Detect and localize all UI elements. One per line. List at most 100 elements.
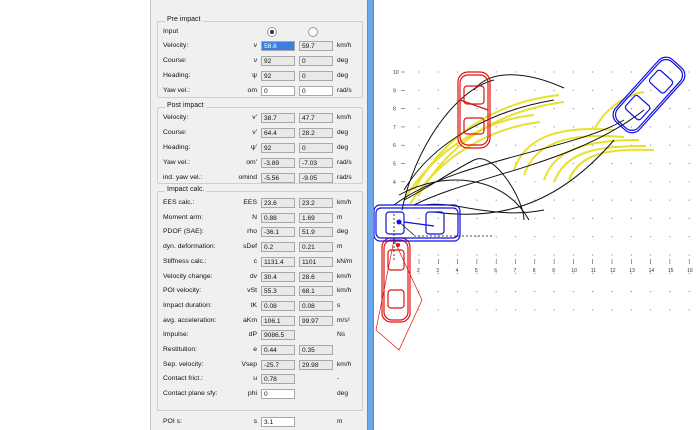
grid-dot — [534, 254, 536, 256]
value-vehicle-2[interactable]: 68.1 — [299, 286, 333, 297]
value-vehicle-2[interactable]: 0 — [299, 143, 333, 153]
grid-dot — [418, 217, 420, 219]
value-vehicle-1[interactable]: -36.1 — [261, 227, 295, 238]
value-vehicle-1[interactable]: 58.6 — [261, 41, 295, 51]
impact-calc-row: Stiffness calc.: c 1131.4 1101 kN/m — [163, 256, 363, 268]
field-label: Moment arm: — [163, 213, 204, 221]
scrollbar-thumb[interactable] — [368, 0, 373, 430]
value-vehicle-1[interactable]: 38.7 — [261, 113, 295, 123]
value-vehicle-1[interactable]: 0.78 — [261, 374, 295, 385]
grid-dot — [592, 199, 594, 201]
field-symbol: phi — [247, 390, 257, 398]
grid-dot — [669, 254, 671, 256]
value-vehicle-2[interactable]: 59.7 — [299, 41, 333, 51]
value-vehicle-1[interactable]: 92 — [261, 56, 295, 66]
value-vehicle-1[interactable]: 92 — [261, 71, 295, 81]
x-tick-label: 14 — [649, 268, 655, 274]
value-vehicle-2[interactable]: 0 — [299, 86, 333, 96]
value-vehicle-1[interactable]: 0 — [261, 86, 295, 96]
value-vehicle-1[interactable]: 106.1 — [261, 315, 295, 326]
grid-dot — [476, 162, 478, 165]
x-tick-label: 3 — [436, 268, 439, 274]
grid-dot — [495, 144, 497, 146]
value-vehicle-2[interactable]: 0 — [299, 71, 333, 81]
grid-dot — [476, 199, 478, 201]
value-vehicle-2[interactable]: 0 — [299, 56, 333, 66]
grid-dot — [495, 71, 497, 73]
pre-impact-row: Course: ν 92 0 deg — [163, 56, 363, 67]
grid-dot — [572, 199, 574, 201]
grid-dot — [611, 236, 613, 238]
value-vehicle-1[interactable]: 30.4 — [261, 271, 295, 282]
value-vehicle-1[interactable]: 55.3 — [261, 286, 295, 297]
grid-dot — [534, 309, 536, 311]
value-vehicle-2[interactable]: 28.6 — [299, 271, 333, 282]
grid-dot — [669, 71, 671, 73]
grid-dot — [592, 71, 594, 73]
input-radio-vehicle-2[interactable] — [308, 27, 318, 37]
field-symbol: e — [253, 346, 257, 353]
grid-dot — [572, 144, 574, 146]
value-vehicle-2[interactable]: 0.35 — [299, 345, 333, 355]
field-unit: deg — [337, 144, 349, 151]
value-vehicle-1[interactable]: -25.7 — [261, 359, 295, 370]
value-vehicle-2[interactable]: 99.97 — [299, 315, 333, 326]
value-vehicle-1[interactable]: 0.08 — [261, 300, 295, 311]
field-label: Velocity change: — [163, 272, 213, 280]
value-vehicle-1[interactable]: 0.88 — [261, 212, 295, 223]
field-label: Heading: — [163, 72, 191, 79]
impact-calc-row: POI velocity: vSt 55.3 68.1 km/h — [163, 286, 363, 297]
value-vehicle-2[interactable]: 0.21 — [299, 242, 333, 253]
input-radio-vehicle-1[interactable] — [267, 27, 277, 37]
value-vehicle-1[interactable]: 9086.5 — [261, 330, 295, 341]
value-vehicle-1[interactable]: -3.89 — [261, 158, 295, 168]
grid-dot — [592, 144, 594, 146]
grid-dot — [669, 199, 671, 201]
field-unit: m — [337, 213, 343, 221]
value-vehicle-1[interactable]: 1131.4 — [261, 256, 295, 267]
grid-dot — [476, 89, 478, 91]
impact-calc-row: Contact plane sfy: phi 0 deg — [163, 389, 363, 400]
value-vehicle-2[interactable]: 1.69 — [299, 212, 333, 223]
grid-dot — [418, 162, 420, 165]
value-vehicle-1[interactable]: 0 — [261, 389, 295, 400]
simulation-canvas[interactable]: 10 9 8 7 6 5 4 2 3 4 5 6 7 8 9 10 11 12 13 14 15 16 — [374, 0, 700, 430]
value-vehicle-1[interactable]: 92 — [261, 143, 295, 153]
pre-impact-row: Heading: ψ 92 0 deg — [163, 71, 363, 82]
y-tick-label: 7 — [393, 125, 396, 131]
value-vehicle-1[interactable]: 23.6 — [261, 198, 295, 208]
field-symbol: N — [252, 213, 257, 221]
value-vehicle-2[interactable]: 47.7 — [299, 113, 333, 123]
field-symbol: EES — [243, 199, 257, 206]
value-vehicle-2[interactable]: -7.03 — [299, 158, 333, 168]
value-vehicle-1[interactable]: 0.44 — [261, 345, 295, 355]
field-unit: km/h — [337, 42, 352, 49]
value-vehicle-2[interactable]: 28.2 — [299, 128, 333, 138]
grid-dot — [630, 71, 632, 73]
value-vehicle-2[interactable]: -9.05 — [299, 173, 333, 183]
vertical-scrollbar[interactable] — [367, 0, 374, 430]
grid-dot — [418, 89, 420, 91]
value-vehicle-1[interactable]: -5.56 — [261, 173, 295, 183]
grid-dot — [669, 144, 671, 146]
value-vehicle-2[interactable]: 51.9 — [299, 227, 333, 238]
field-label: Velocity: — [163, 114, 189, 121]
grid-dot — [476, 108, 478, 110]
x-tick-label: 13 — [629, 268, 635, 274]
grid-dot — [495, 199, 497, 201]
value-vehicle-1[interactable]: 0.2 — [261, 242, 295, 253]
field-label: Contact frict.: — [163, 375, 204, 383]
grid-dot — [592, 236, 594, 238]
grid-dot — [553, 309, 555, 311]
grid-dot — [553, 254, 555, 256]
field-symbol: ψ — [252, 72, 257, 79]
value-vehicle-2[interactable]: 0.08 — [299, 300, 333, 311]
value-vehicle-2[interactable]: 29.98 — [299, 359, 333, 370]
value-vehicle-2[interactable]: 1101 — [299, 256, 333, 267]
grid-dot — [476, 217, 478, 219]
poi-input[interactable]: 3.1 — [261, 417, 295, 427]
y-tick-label: 6 — [393, 143, 396, 149]
grid-dot — [572, 108, 574, 110]
value-vehicle-1[interactable]: 64.4 — [261, 128, 295, 138]
value-vehicle-2[interactable]: 23.2 — [299, 198, 333, 208]
